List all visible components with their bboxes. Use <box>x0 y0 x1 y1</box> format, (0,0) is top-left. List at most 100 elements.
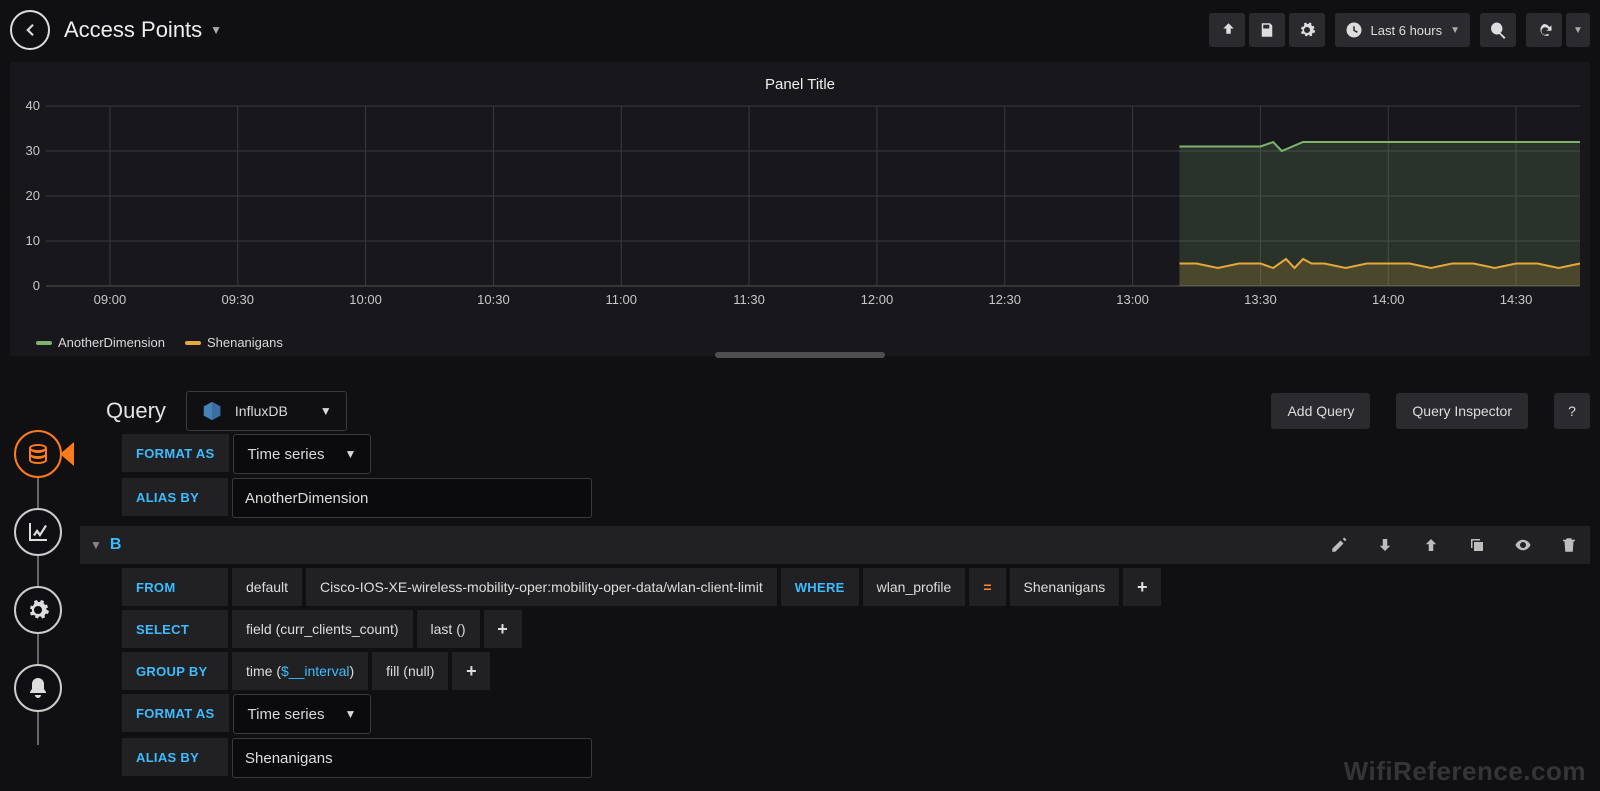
alias-by-input-a[interactable] <box>232 478 592 518</box>
database-icon <box>26 442 50 466</box>
svg-text:12:30: 12:30 <box>988 292 1021 307</box>
svg-text:40: 40 <box>26 100 40 113</box>
settings-button[interactable] <box>1289 13 1325 47</box>
add-query-button[interactable]: Add Query <box>1271 393 1370 429</box>
select-field[interactable]: field (curr_clients_count) <box>232 610 413 648</box>
svg-text:13:30: 13:30 <box>1244 292 1277 307</box>
legend-item[interactable]: AnotherDimension <box>36 335 165 350</box>
group-time[interactable]: time ($__interval) <box>232 652 368 690</box>
alias-by-input-b[interactable] <box>232 738 592 778</box>
legend-item[interactable]: Shenanigans <box>185 335 283 350</box>
label-format-as: FORMAT AS <box>122 434 229 472</box>
svg-text:14:00: 14:00 <box>1372 292 1405 307</box>
arrow-left-icon <box>21 21 39 39</box>
panel-title: Panel Title <box>10 76 1590 93</box>
caret-down-icon: ▼ <box>345 707 357 721</box>
refresh-icon <box>1535 21 1553 39</box>
where-key[interactable]: wlan_profile <box>863 568 966 606</box>
trash-icon[interactable] <box>1560 536 1578 554</box>
legend-swatch <box>36 341 52 345</box>
format-as-select-b[interactable]: Time series ▼ <box>233 694 372 734</box>
query-id: B <box>110 536 122 554</box>
svg-text:11:00: 11:00 <box>605 292 637 307</box>
where-op[interactable]: = <box>969 568 1005 606</box>
caret-down-icon: ▼ <box>1450 25 1460 36</box>
refresh-button[interactable] <box>1526 13 1562 47</box>
svg-text:20: 20 <box>26 188 40 203</box>
caret-down-icon: ▼ <box>1573 25 1583 36</box>
label-where: WHERE <box>781 568 859 606</box>
gear-icon <box>1298 21 1316 39</box>
graph-area[interactable]: 0 10 20 30 40 09:00 09:30 10:00 10:30 11:00 11:30 1… <box>10 100 1590 320</box>
bell-icon <box>26 676 50 700</box>
collapse-toggle[interactable]: ▼ <box>90 538 102 552</box>
query-tab-title: Query <box>106 398 166 424</box>
datasource-select[interactable]: InfluxDB ▼ <box>186 391 347 431</box>
zoom-out-icon <box>1489 21 1507 39</box>
save-icon <box>1258 21 1276 39</box>
share-button[interactable] <box>1209 13 1245 47</box>
svg-text:10:00: 10:00 <box>349 292 382 307</box>
label-format-as: FORMAT AS <box>122 694 229 732</box>
svg-text:30: 30 <box>26 143 40 158</box>
page-title: Access Points <box>64 17 202 43</box>
query-row-header-b: ▼ B <box>80 526 1590 564</box>
query-editor: Query InfluxDB ▼ Add Query Query Inspect… <box>80 388 1590 791</box>
move-down-icon[interactable] <box>1376 536 1394 554</box>
nav-visualization[interactable] <box>14 508 62 556</box>
share-icon <box>1218 21 1236 39</box>
watermark: WifiReference.com <box>1344 756 1586 787</box>
dashboard-title-dropdown[interactable]: Access Points ▼ <box>64 17 222 43</box>
nav-alert[interactable] <box>14 664 62 712</box>
move-up-icon[interactable] <box>1422 536 1440 554</box>
svg-text:0: 0 <box>33 278 40 293</box>
label-alias-by: ALIAS BY <box>122 478 228 516</box>
svg-text:09:00: 09:00 <box>94 292 127 307</box>
legend: AnotherDimension Shenanigans <box>36 335 283 350</box>
eye-icon[interactable] <box>1514 536 1532 554</box>
edit-icon[interactable] <box>1330 536 1348 554</box>
graph-panel: Panel Title 0 10 20 30 40 09:00 09:30 10:00 10:3… <box>10 62 1590 356</box>
time-range-label: Last 6 hours <box>1371 23 1443 38</box>
label-alias-by: ALIAS BY <box>122 738 228 776</box>
from-measurement[interactable]: Cisco-IOS-XE-wireless-mobility-oper:mobi… <box>306 568 777 606</box>
query-help-button[interactable]: ? <box>1554 393 1590 429</box>
nav-queries[interactable] <box>14 430 62 478</box>
datasource-label: InfluxDB <box>235 403 288 419</box>
nav-general[interactable] <box>14 586 62 634</box>
cog-icon <box>26 598 50 622</box>
svg-text:10: 10 <box>26 233 40 248</box>
back-button[interactable] <box>10 10 50 50</box>
zoom-out-button[interactable] <box>1480 13 1516 47</box>
where-value[interactable]: Shenanigans <box>1010 568 1120 606</box>
save-button[interactable] <box>1249 13 1285 47</box>
svg-text:11:30: 11:30 <box>733 292 765 307</box>
label-select: SELECT <box>122 610 228 648</box>
query-inspector-button[interactable]: Query Inspector <box>1396 393 1528 429</box>
caret-down-icon: ▼ <box>345 447 357 461</box>
duplicate-icon[interactable] <box>1468 536 1486 554</box>
influxdb-icon <box>201 400 223 422</box>
group-fill[interactable]: fill (null) <box>372 652 448 690</box>
editor-nav <box>6 430 70 791</box>
format-as-select-a[interactable]: Time series ▼ <box>233 434 372 474</box>
legend-swatch <box>185 341 201 345</box>
svg-text:09:30: 09:30 <box>221 292 254 307</box>
label-from: FROM <box>122 568 228 606</box>
from-policy[interactable]: default <box>232 568 302 606</box>
svg-text:14:30: 14:30 <box>1500 292 1533 307</box>
select-agg[interactable]: last () <box>417 610 480 648</box>
time-range-picker[interactable]: Last 6 hours ▼ <box>1335 13 1470 47</box>
clock-icon <box>1345 21 1363 39</box>
label-group-by: GROUP BY <box>122 652 228 690</box>
group-add[interactable]: + <box>452 652 490 690</box>
svg-text:10:30: 10:30 <box>477 292 510 307</box>
svg-text:13:00: 13:00 <box>1116 292 1149 307</box>
chart-icon <box>26 520 50 544</box>
select-add[interactable]: + <box>484 610 522 648</box>
caret-down-icon: ▼ <box>320 404 332 418</box>
refresh-dropdown[interactable]: ▼ <box>1566 13 1590 47</box>
resize-handle[interactable] <box>715 352 885 358</box>
caret-down-icon: ▼ <box>210 23 222 37</box>
where-add[interactable]: + <box>1123 568 1161 606</box>
